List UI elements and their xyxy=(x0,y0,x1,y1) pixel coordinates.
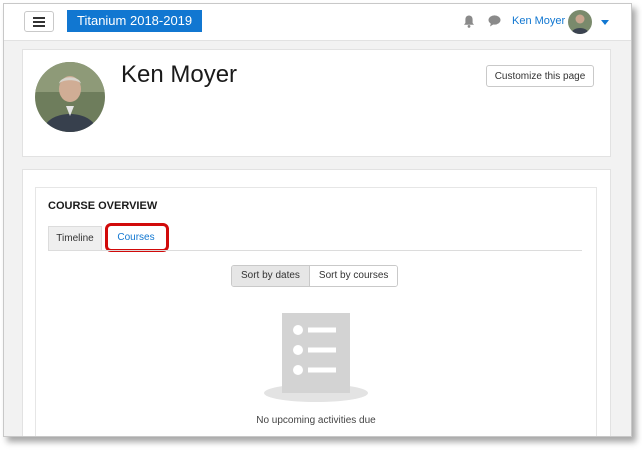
empty-list-document-icon xyxy=(264,313,368,402)
courses-tab-highlight xyxy=(105,223,169,252)
page-header: Ken Moyer Customize this page xyxy=(22,49,611,157)
page-title: Ken Moyer xyxy=(121,61,238,88)
site-name-link[interactable]: Titanium 2018-2019 xyxy=(67,10,203,32)
tabs-divider xyxy=(48,250,582,251)
sort-toggle-group: Sort by dates Sort by courses xyxy=(231,265,399,287)
sort-by-courses-button[interactable]: Sort by courses xyxy=(309,266,398,286)
course-overview-region: COURSE OVERVIEW Timeline Courses Sort by… xyxy=(22,169,611,436)
browser-window: Titanium 2018-2019 Ken Moyer Ken Moyer C… xyxy=(3,3,632,437)
top-navbar: Titanium 2018-2019 Ken Moyer xyxy=(4,4,631,41)
user-menu-name[interactable]: Ken Moyer xyxy=(512,15,565,27)
customize-page-button[interactable]: Customize this page xyxy=(486,65,594,87)
user-avatar[interactable] xyxy=(568,10,592,34)
block-title: COURSE OVERVIEW xyxy=(48,200,158,212)
bell-icon[interactable] xyxy=(463,15,475,28)
caret-down-icon[interactable] xyxy=(601,20,609,25)
menu-toggle-button[interactable] xyxy=(24,11,54,32)
tab-timeline[interactable]: Timeline xyxy=(48,226,102,250)
chat-bubble-icon[interactable] xyxy=(488,15,501,27)
profile-avatar xyxy=(35,62,105,132)
hamburger-menu-icon xyxy=(33,16,45,27)
empty-state-message: No upcoming activities due xyxy=(256,415,376,426)
course-overview-block: COURSE OVERVIEW Timeline Courses Sort by… xyxy=(35,187,597,436)
sort-by-dates-button[interactable]: Sort by dates xyxy=(232,266,310,286)
